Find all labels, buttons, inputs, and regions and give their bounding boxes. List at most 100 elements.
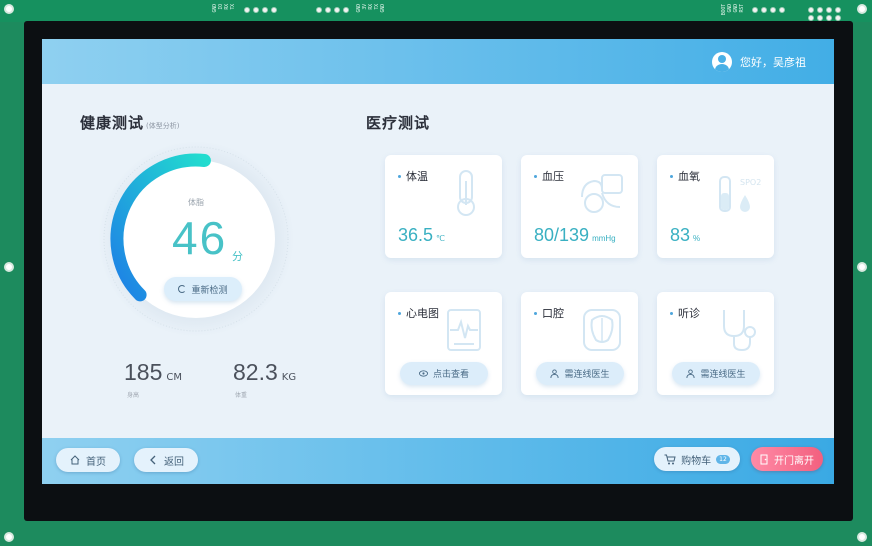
card-title: 心电图 <box>398 305 439 321</box>
call-doctor-oral-button[interactable]: 需连线医生 <box>536 362 624 385</box>
card-value: 36.5 ℃ <box>398 225 445 246</box>
card-blood-pressure[interactable]: 血压 80/139 mmHg <box>521 155 638 258</box>
solder-pad <box>316 7 322 13</box>
pin-label: GND <box>380 4 386 13</box>
mounting-hole <box>4 532 14 542</box>
user-info[interactable]: 您好，吴彦祖 <box>712 51 806 73</box>
bullet-dot <box>398 311 401 315</box>
height-label: 身高 <box>127 392 140 399</box>
weight-value: 82.3 <box>233 359 278 385</box>
card-title-text: 血压 <box>542 170 564 183</box>
doctor-icon <box>550 369 560 378</box>
body-fat-gauge: 体脂 46 分 重新检测 <box>96 139 296 339</box>
bullet-dot <box>670 311 673 315</box>
pin-label: TX <box>230 4 236 10</box>
bullet-dot <box>534 311 537 315</box>
solder-pad <box>262 7 268 13</box>
eye-icon <box>418 370 428 377</box>
medical-section-title: 医疗测试 <box>366 114 431 132</box>
temperature-unit: ℃ <box>436 234 446 243</box>
user-greeting: 您好，吴彦祖 <box>740 56 806 69</box>
view-ecg-button[interactable]: 点击查看 <box>400 362 488 385</box>
solder-pad <box>343 7 349 13</box>
health-subtitle: (体型分析) <box>146 122 180 130</box>
mounting-hole <box>857 262 867 272</box>
spo2-icon-text: SPO2 <box>740 178 761 187</box>
solder-pad <box>826 7 832 13</box>
mounting-hole <box>857 532 867 542</box>
card-spo2[interactable]: 血氧 SPO2 83% <box>657 155 774 258</box>
tooth-icon <box>583 309 621 351</box>
retest-button[interactable]: 重新检测 <box>164 277 242 301</box>
solder-pad <box>817 7 823 13</box>
open-door-exit-button[interactable]: 开门离开 <box>751 447 823 471</box>
height-unit: CM <box>166 372 182 383</box>
bullet-dot <box>398 174 401 178</box>
door-icon <box>760 454 768 464</box>
card-value: 83% <box>670 225 700 246</box>
app-screen: 您好，吴彦祖 健康测试 (体型分析) 体脂 46 分 重新检测 185 CM 身… <box>42 39 834 484</box>
gauge-unit: 分 <box>232 250 243 263</box>
bp-unit: mmHg <box>592 234 616 243</box>
chevron-left-icon <box>150 455 156 465</box>
blood-pressure-icon <box>581 174 623 213</box>
spo2-value: 83 <box>670 225 691 245</box>
refresh-icon <box>178 285 187 293</box>
card-auscultation[interactable]: 听诊 需连线医生 <box>657 292 774 395</box>
cart-button[interactable]: 购物车 12 <box>654 447 740 471</box>
solder-pad <box>271 7 277 13</box>
height-value: 185 <box>124 359 163 385</box>
card-ecg[interactable]: 心电图 点击查看 <box>385 292 502 395</box>
card-title: 体温 <box>398 168 428 184</box>
bottom-bar: 首页 返回 购物车 12 开门离开 <box>42 438 834 484</box>
spo2-icon: SPO2 <box>719 176 761 212</box>
solder-pad <box>835 7 841 13</box>
card-title-text: 体温 <box>406 170 428 183</box>
bp-value: 80/139 <box>534 225 590 245</box>
card-temperature[interactable]: 体温 36.5 ℃ <box>385 155 502 258</box>
bullet-dot <box>534 174 537 178</box>
stethoscope-icon <box>723 310 756 352</box>
back-label: 返回 <box>164 456 184 468</box>
home-icon <box>70 455 80 465</box>
solder-pad <box>244 7 250 13</box>
gauge-label: 体脂 <box>188 198 204 207</box>
top-bar: 您好，吴彦祖 <box>42 39 834 84</box>
card-title-text: 血氧 <box>678 170 700 183</box>
home-button[interactable]: 首页 <box>56 448 120 472</box>
exit-label: 开门离开 <box>774 455 814 467</box>
pin-label: RST <box>739 4 745 13</box>
card-title: 听诊 <box>670 305 700 321</box>
mounting-hole <box>857 4 867 14</box>
cart-count-badge: 12 <box>716 454 730 464</box>
solder-pad <box>334 7 340 13</box>
weight-label: 体重 <box>235 392 248 399</box>
mounting-hole <box>4 4 14 14</box>
spo2-unit: % <box>693 234 701 243</box>
height-stat: 185 CM <box>124 359 182 386</box>
solder-pad <box>325 7 331 13</box>
doctor-icon <box>686 369 696 378</box>
ecg-icon <box>447 309 481 351</box>
card-title-text: 口腔 <box>542 307 564 320</box>
cart-icon <box>664 454 676 464</box>
call-doctor-auscultation-button[interactable]: 需连线医生 <box>672 362 760 385</box>
solder-pad <box>253 7 259 13</box>
card-title: 血氧 <box>670 168 700 184</box>
back-button[interactable]: 返回 <box>134 448 198 472</box>
card-value: 80/139 mmHg <box>534 225 616 246</box>
call-doctor-label: 需连线医生 <box>564 370 610 380</box>
weight-stat: 82.3 KG <box>233 359 296 386</box>
home-label: 首页 <box>86 456 106 468</box>
solder-pad <box>779 7 785 13</box>
card-title: 血压 <box>534 168 564 184</box>
card-oral[interactable]: 口腔 需连线医生 <box>521 292 638 395</box>
health-title: 健康测试 <box>80 114 145 132</box>
temperature-value: 36.5 <box>398 225 434 245</box>
thermometer-icon <box>457 170 475 216</box>
weight-unit: KG <box>281 372 297 383</box>
bullet-dot <box>670 174 673 178</box>
solder-pad <box>752 7 758 13</box>
retest-label: 重新检测 <box>191 285 228 296</box>
gauge-score: 46 <box>172 212 228 264</box>
